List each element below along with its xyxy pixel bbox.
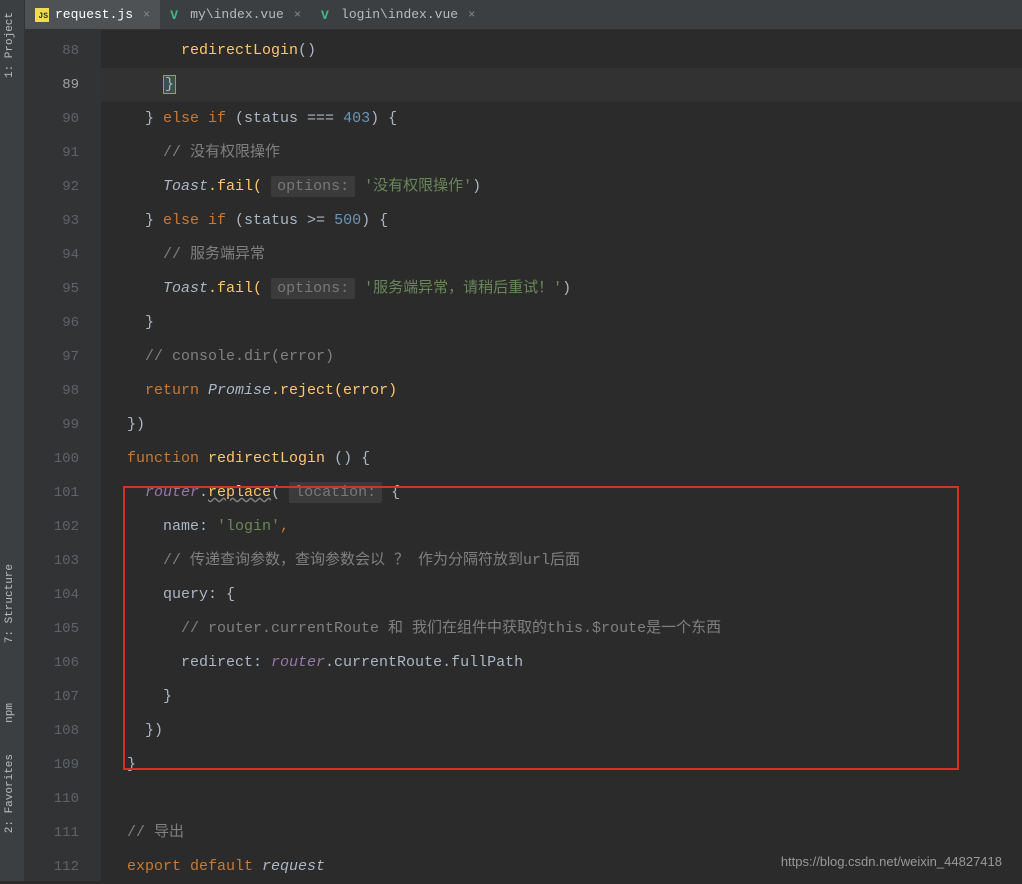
tab-label: request.js: [55, 7, 133, 22]
close-icon[interactable]: ×: [294, 8, 301, 22]
tab-label: my\index.vue: [190, 7, 284, 22]
code-line: }): [101, 408, 1022, 442]
code-line: }: [101, 306, 1022, 340]
code-area[interactable]: redirectLogin() } } else if (status === …: [101, 30, 1022, 881]
code-line: // router.currentRoute 和 我们在组件中获取的this.$…: [101, 612, 1022, 646]
code-line: // 传递查询参数，查询参数会以 ？ 作为分隔符放到url后面: [101, 544, 1022, 578]
structure-tool-tab[interactable]: 7: Structure: [0, 556, 20, 651]
editor-tabs-bar: JS request.js × V my\index.vue × V login…: [25, 0, 1022, 30]
code-line: // console.dir(error): [101, 340, 1022, 374]
close-icon[interactable]: ×: [468, 8, 475, 22]
tab-login-index-vue[interactable]: V login\index.vue ×: [311, 0, 485, 29]
watermark-text: https://blog.csdn.net/weixin_44827418: [781, 854, 1002, 869]
code-line: [101, 782, 1022, 816]
npm-tool-tab[interactable]: npm: [0, 695, 20, 731]
code-line: Toast.fail( options: '服务端异常，请稍后重试！'): [101, 272, 1022, 306]
code-line: }): [101, 714, 1022, 748]
code-line: query: {: [101, 578, 1022, 612]
code-line: Toast.fail( options: '没有权限操作'): [101, 170, 1022, 204]
favorites-tool-tab[interactable]: 2: Favorites: [0, 746, 20, 841]
code-line: // 导出: [101, 816, 1022, 850]
code-line: }: [101, 748, 1022, 782]
tab-label: login\index.vue: [341, 7, 458, 22]
project-tool-tab[interactable]: 1: Project: [0, 4, 20, 86]
code-line: return Promise.reject(error): [101, 374, 1022, 408]
line-number-gutter: 8889909192939495969798991001011021031041…: [25, 30, 101, 881]
code-line: redirectLogin(): [101, 34, 1022, 68]
code-line: name: 'login',: [101, 510, 1022, 544]
close-icon[interactable]: ×: [143, 8, 150, 22]
code-line: } else if (status >= 500) {: [101, 204, 1022, 238]
code-line: router.replace( location: {: [101, 476, 1022, 510]
tab-my-index-vue[interactable]: V my\index.vue ×: [160, 0, 311, 29]
code-line: function redirectLogin () {: [101, 442, 1022, 476]
left-tool-panel: 1: Project 7: Structure npm 2: Favorites: [0, 0, 25, 881]
code-line: } else if (status === 403) {: [101, 102, 1022, 136]
code-line: redirect: router.currentRoute.fullPath: [101, 646, 1022, 680]
tab-request-js[interactable]: JS request.js ×: [25, 0, 160, 29]
vue-file-icon: V: [170, 8, 184, 22]
vue-file-icon: V: [321, 8, 335, 22]
js-file-icon: JS: [35, 8, 49, 22]
code-line: }: [101, 68, 1022, 102]
code-line: // 服务端异常: [101, 238, 1022, 272]
code-line: // 没有权限操作: [101, 136, 1022, 170]
code-line: }: [101, 680, 1022, 714]
code-editor[interactable]: 8889909192939495969798991001011021031041…: [25, 30, 1022, 881]
